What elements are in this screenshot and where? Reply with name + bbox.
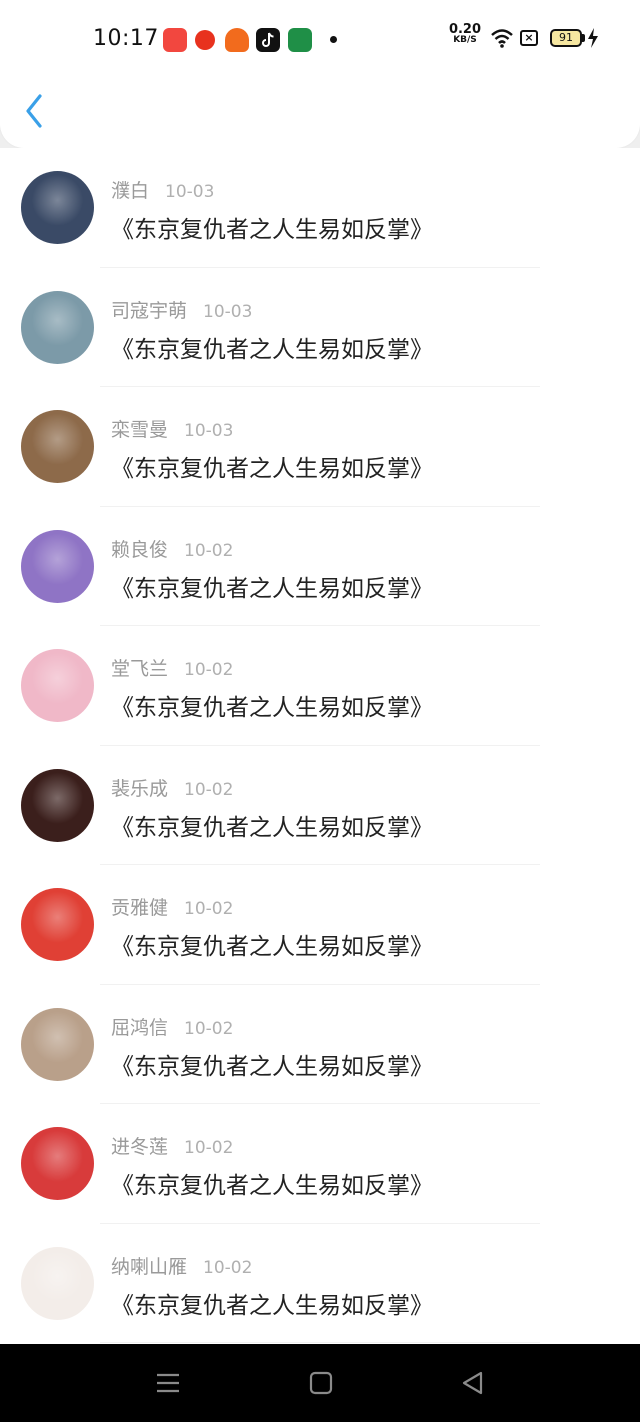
list-item[interactable]: 纳喇山雁 10-02 《东京复仇者之人生易如反掌》 — [0, 1224, 640, 1343]
list-item[interactable]: 进冬莲 10-02 《东京复仇者之人生易如反掌》 — [0, 1104, 640, 1224]
user-name[interactable]: 纳喇山雁 — [111, 1256, 187, 1278]
avatar[interactable] — [21, 1007, 94, 1081]
post-date: 10-02 — [184, 1018, 234, 1039]
comment-text: 《东京复仇者之人生易如反掌》 — [111, 336, 433, 363]
name-line: 濮白 10-03 — [111, 176, 214, 203]
name-line: 纳喇山雁 10-02 — [111, 1252, 252, 1279]
chevron-left-icon — [26, 94, 42, 128]
name-line: 裴乐成 10-02 — [111, 774, 233, 801]
post-date: 10-02 — [203, 1257, 253, 1278]
back-nav-button[interactable] — [458, 1368, 488, 1398]
name-line: 赖良俊 10-02 — [111, 535, 233, 562]
wifi-icon — [490, 27, 514, 53]
name-line: 进冬莲 10-02 — [111, 1132, 233, 1159]
name-line: 堂飞兰 10-02 — [111, 654, 233, 681]
home-icon — [309, 1371, 333, 1395]
avatar[interactable] — [21, 290, 94, 364]
name-line: 贡雅健 10-02 — [111, 893, 233, 920]
post-date: 10-03 — [184, 421, 234, 441]
app-icon-3 — [225, 28, 249, 52]
status-bar: 10:17 0.20 KB/S × 91 — [0, 16, 640, 64]
avatar[interactable] — [21, 649, 94, 722]
name-line: 屈鸿信 10-02 — [111, 1013, 233, 1040]
avatar[interactable] — [21, 529, 94, 603]
notification-dot — [330, 36, 337, 43]
comment-text: 《东京复仇者之人生易如反掌》 — [111, 1053, 433, 1080]
user-name[interactable]: 屈鸿信 — [111, 1017, 168, 1039]
avatar[interactable] — [21, 410, 94, 483]
list-item[interactable]: 屈鸿信 10-02 《东京复仇者之人生易如反掌》 — [0, 985, 640, 1104]
post-date: 10-02 — [184, 540, 234, 561]
user-name[interactable]: 赖良俊 — [111, 539, 168, 561]
post-date: 10-02 — [184, 779, 234, 800]
battery-level: 91 — [559, 31, 573, 44]
list-item[interactable]: 栾雪曼 10-03 《东京复仇者之人生易如反掌》 — [0, 387, 640, 507]
avatar[interactable] — [21, 1127, 94, 1200]
battery-tip — [582, 34, 585, 42]
avatar[interactable] — [21, 768, 94, 842]
user-name[interactable]: 濮白 — [111, 180, 149, 202]
menu-icon — [157, 1373, 179, 1393]
charging-icon — [586, 27, 600, 53]
post-date: 10-03 — [203, 301, 253, 322]
list-item[interactable]: 裴乐成 10-02 《东京复仇者之人生易如反掌》 — [0, 746, 640, 865]
system-nav-bar — [0, 1344, 640, 1422]
back-button[interactable] — [18, 90, 54, 132]
menu-button[interactable] — [153, 1368, 183, 1398]
battery-icon: 91 — [550, 29, 582, 47]
user-name[interactable]: 裴乐成 — [111, 778, 168, 800]
post-date: 10-03 — [165, 182, 215, 202]
list-item[interactable]: 贡雅健 10-02 《东京复仇者之人生易如反掌》 — [0, 865, 640, 985]
post-date: 10-02 — [184, 899, 234, 919]
net-speed: 0.20 KB/S — [448, 22, 482, 46]
post-date: 10-02 — [184, 660, 234, 680]
sim-icon: × — [520, 30, 538, 46]
app-icon-1 — [163, 28, 187, 52]
list-item[interactable]: 司寇宇萌 10-03 《东京复仇者之人生易如反掌》 — [0, 268, 640, 387]
top-header: 10:17 0.20 KB/S × 91 — [0, 0, 640, 148]
net-speed-value: 0.20 — [448, 22, 482, 37]
back-triangle-icon — [462, 1371, 483, 1395]
user-name[interactable]: 司寇宇萌 — [111, 300, 187, 322]
comment-text: 《东京复仇者之人生易如反掌》 — [111, 575, 433, 602]
comment-text: 《东京复仇者之人生易如反掌》 — [111, 1292, 433, 1319]
list-item[interactable]: 堂飞兰 10-02 《东京复仇者之人生易如反掌》 — [0, 626, 640, 746]
comment-text: 《东京复仇者之人生易如反掌》 — [111, 695, 433, 721]
avatar[interactable] — [21, 171, 94, 244]
avatar[interactable] — [21, 888, 94, 961]
comment-text: 《东京复仇者之人生易如反掌》 — [111, 814, 433, 841]
list-item[interactable]: 赖良俊 10-02 《东京复仇者之人生易如反掌》 — [0, 507, 640, 626]
name-line: 司寇宇萌 10-03 — [111, 296, 252, 323]
name-line: 栾雪曼 10-03 — [111, 415, 233, 442]
avatar[interactable] — [21, 1246, 94, 1320]
comment-list[interactable]: 濮白 10-03 《东京复仇者之人生易如反掌》 司寇宇萌 10-03 《东京复仇者之人生易… — [0, 148, 640, 1344]
tiktok-icon — [256, 28, 280, 52]
app-icon-5 — [288, 28, 312, 52]
comment-text: 《东京复仇者之人生易如反掌》 — [111, 1173, 433, 1199]
user-name[interactable]: 堂飞兰 — [111, 658, 168, 680]
divider — [100, 1342, 540, 1343]
list-item[interactable]: 濮白 10-03 《东京复仇者之人生易如反掌》 — [0, 148, 640, 268]
home-button[interactable] — [306, 1368, 336, 1398]
user-name[interactable]: 栾雪曼 — [111, 419, 168, 441]
post-date: 10-02 — [184, 1138, 234, 1158]
app-icon-2 — [195, 30, 215, 50]
user-name[interactable]: 贡雅健 — [111, 897, 168, 919]
comment-text: 《东京复仇者之人生易如反掌》 — [111, 456, 433, 482]
comment-text: 《东京复仇者之人生易如反掌》 — [111, 934, 433, 960]
comment-text: 《东京复仇者之人生易如反掌》 — [111, 217, 433, 243]
user-name[interactable]: 进冬莲 — [111, 1136, 168, 1158]
status-time: 10:17 — [93, 26, 159, 51]
